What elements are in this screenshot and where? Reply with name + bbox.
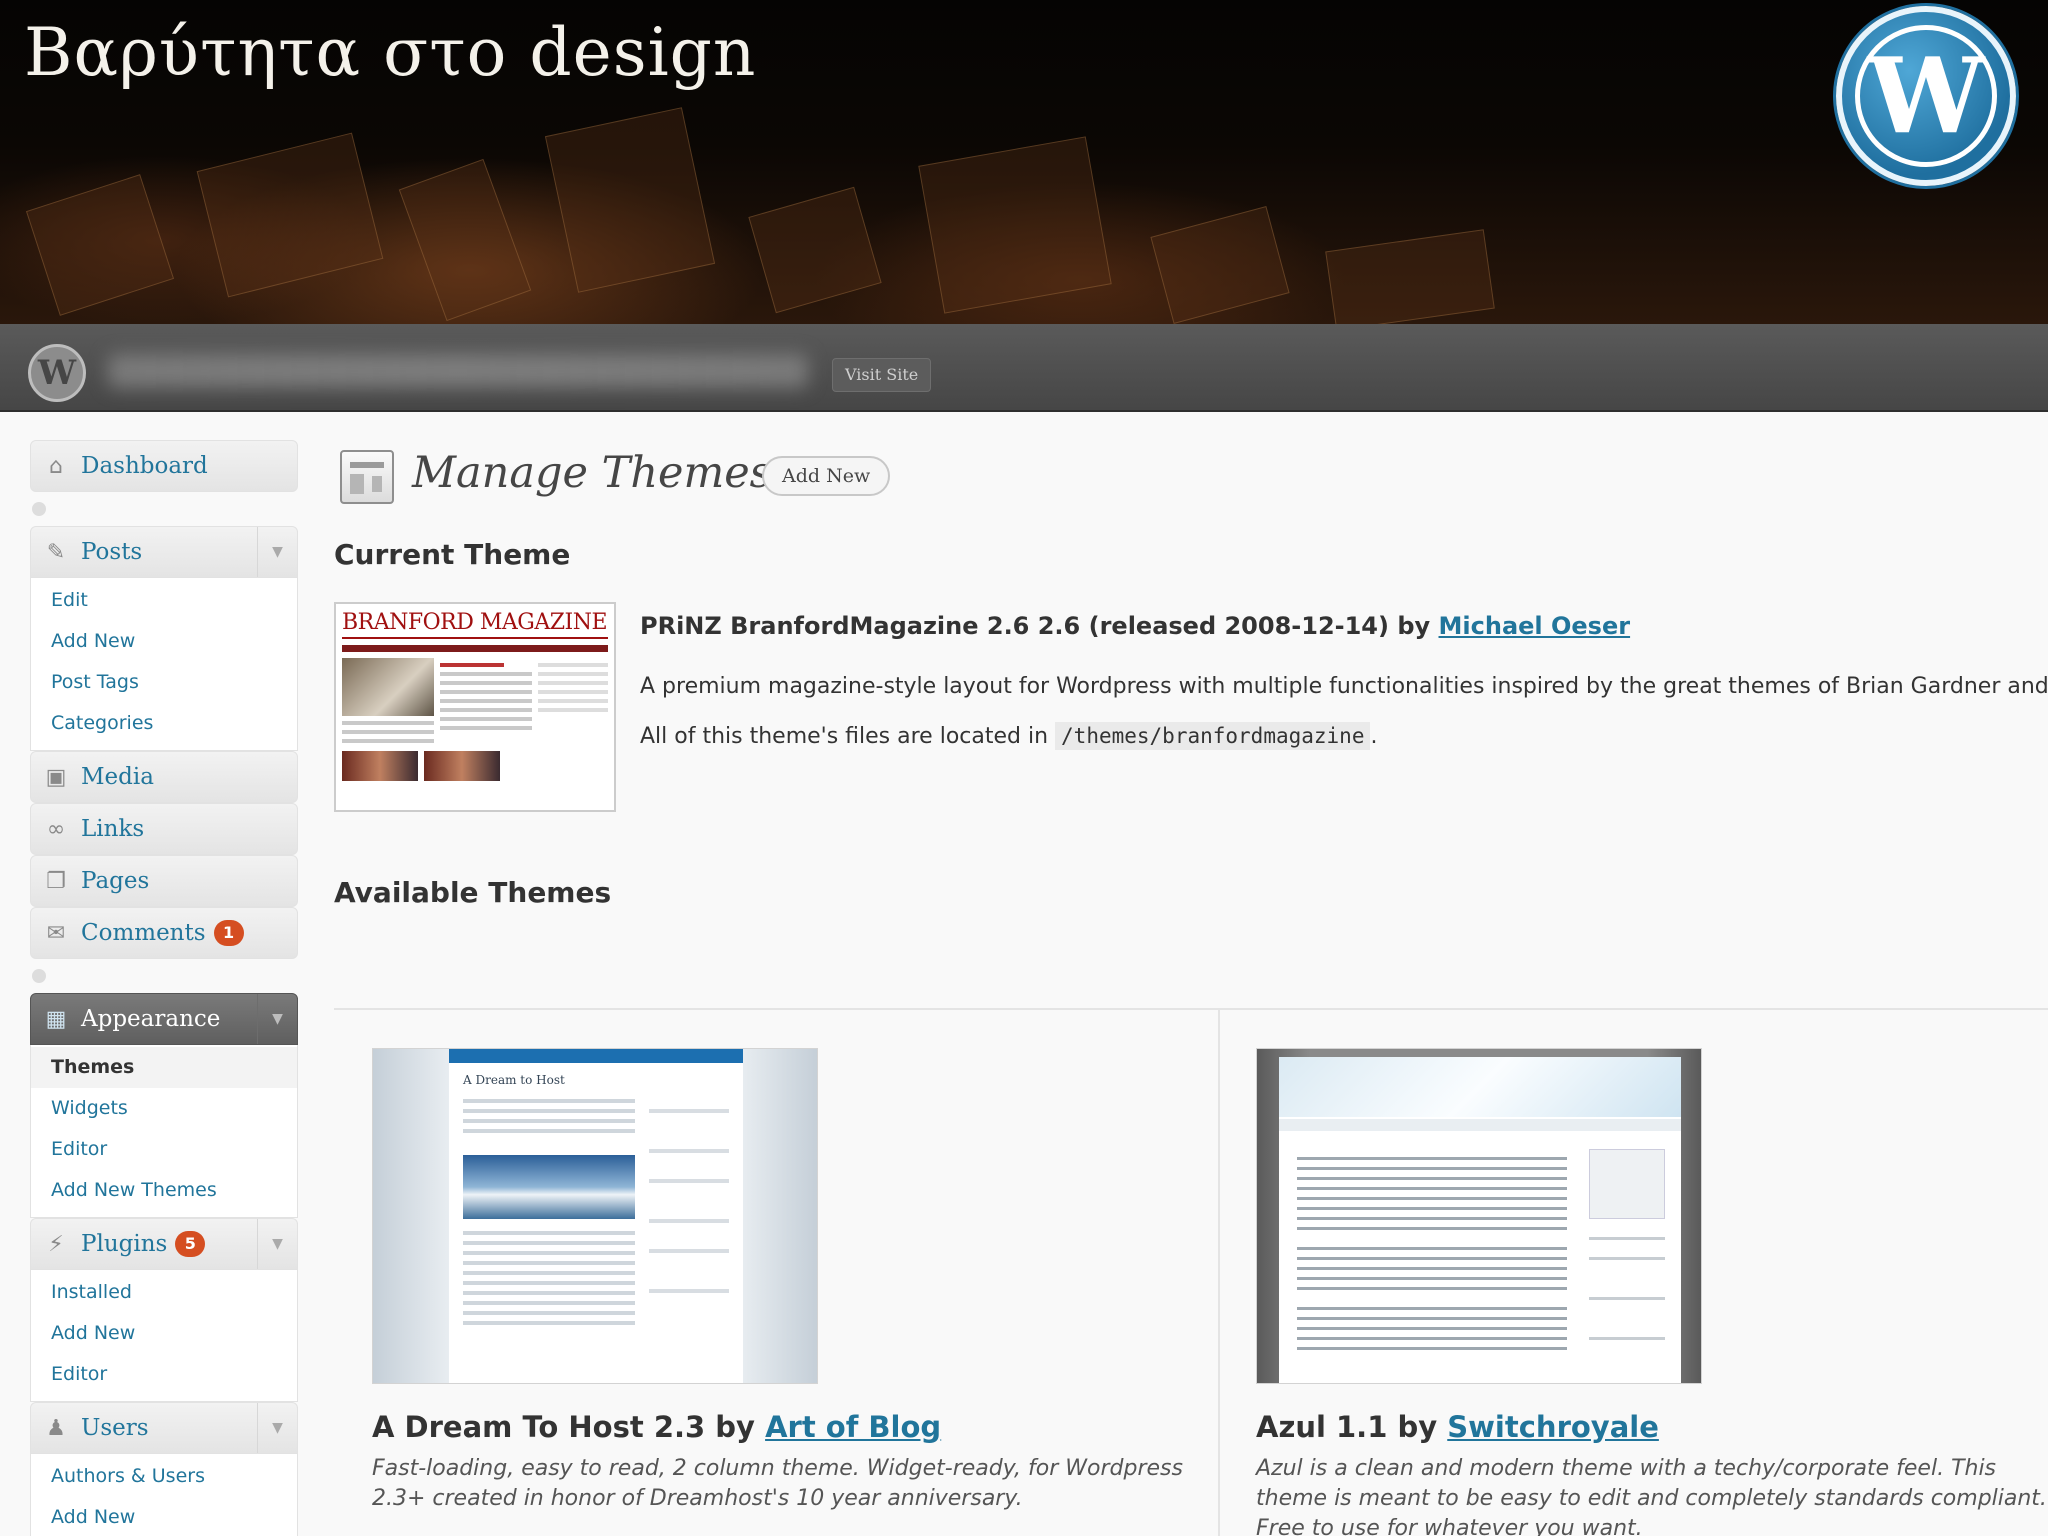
slide-title: Βαρύτητα στο design	[24, 14, 757, 91]
comment-icon: ✉	[46, 920, 66, 946]
theme-screenshot[interactable]	[1256, 1048, 1702, 1384]
menu-label: Appearance	[81, 1006, 221, 1032]
admin-header: W Visit Site	[0, 324, 2048, 412]
available-themes-heading: Available Themes	[334, 876, 612, 909]
themes-grid-divider	[334, 1008, 2048, 1010]
submenu-item-installed[interactable]: Installed	[31, 1272, 297, 1313]
theme-screenshot[interactable]: A Dream to Host	[372, 1048, 818, 1384]
menu-label: Users	[81, 1415, 149, 1441]
page-title: Manage Themes	[412, 448, 772, 498]
menu-users[interactable]: ♟ Users ▼	[30, 1402, 298, 1454]
menu-pages[interactable]: ❐ Pages	[30, 855, 298, 907]
submenu-item-widgets[interactable]: Widgets	[31, 1088, 297, 1129]
media-icon: ▣	[45, 764, 67, 790]
current-theme-screenshot: BRANFORD MAGAZINE	[334, 602, 616, 812]
menu-label: Posts	[81, 539, 143, 565]
wp-admin-screenshot: W Visit Site ⌂ Dashboard ✎ Posts ▼ Edit …	[0, 324, 2048, 1536]
submenu-posts: Edit Add New Post Tags Categories	[30, 578, 298, 751]
plugins-update-badge: 5	[175, 1231, 206, 1257]
menu-label: Plugins	[81, 1231, 168, 1257]
wordpress-logo-icon[interactable]: W	[28, 344, 86, 402]
menu-dashboard[interactable]: ⌂ Dashboard	[30, 440, 298, 492]
theme-author-link[interactable]: Switchroyale	[1447, 1410, 1659, 1444]
submenu-appearance: Themes Widgets Editor Add New Themes	[30, 1045, 298, 1218]
theme-card: A Dream to Host A Dream To Host 2.3 by A	[372, 1048, 1222, 1514]
submenu-item-authors-users[interactable]: Authors & Users	[31, 1456, 297, 1497]
theme-author-link[interactable]: Art of Blog	[765, 1410, 941, 1444]
submenu-item-editor[interactable]: Editor	[31, 1129, 297, 1170]
users-icon: ♟	[46, 1415, 66, 1441]
submenu-item-post-tags[interactable]: Post Tags	[31, 662, 297, 703]
submenu-item-categories[interactable]: Categories	[31, 703, 297, 744]
submenu-item-themes[interactable]: Themes	[31, 1047, 297, 1088]
themes-page-icon	[340, 450, 394, 504]
menu-label: Dashboard	[81, 453, 208, 479]
submenu-item-add-new[interactable]: Add New	[31, 621, 297, 662]
menu-media[interactable]: ▣ Media	[30, 751, 298, 803]
screenshot-header-text: BRANFORD MAGAZINE	[342, 610, 608, 639]
menu-comments[interactable]: ✉ Comments 1	[30, 907, 298, 959]
preview-title: A Dream to Host	[463, 1073, 565, 1087]
submenu-plugins: Installed Add New Editor	[30, 1270, 298, 1402]
link-icon: ∞	[46, 816, 66, 842]
site-name-blurred	[108, 354, 808, 388]
chevron-down-icon[interactable]: ▼	[257, 994, 297, 1044]
menu-label: Comments	[81, 920, 206, 946]
theme-description: Fast-loading, easy to read, 2 column the…	[372, 1456, 1183, 1511]
menu-label: Media	[81, 764, 154, 790]
plugin-icon: ⚡	[48, 1231, 64, 1257]
theme-path: /themes/branfordmagazine	[1055, 722, 1371, 750]
slide-banner: Βαρύτητα στο design W	[0, 0, 2048, 324]
submenu-item-edit[interactable]: Edit	[31, 580, 297, 621]
submenu-users: Authors & Users Add New	[30, 1454, 298, 1536]
theme-name: A Dream To Host 2.3 by Art of Blog	[372, 1410, 942, 1444]
home-icon: ⌂	[49, 453, 63, 479]
add-new-button[interactable]: Add New	[762, 456, 891, 496]
appearance-icon: ▦	[45, 1006, 67, 1032]
menu-posts[interactable]: ✎ Posts ▼	[30, 526, 298, 578]
pin-icon: ✎	[46, 539, 66, 565]
chevron-down-icon[interactable]: ▼	[257, 527, 297, 577]
current-theme-title: PRiNZ BranfordMagazine 2.6 2.6 (released…	[640, 612, 1631, 640]
chevron-down-icon[interactable]: ▼	[257, 1403, 297, 1453]
current-theme-description: A premium magazine-style layout for Word…	[640, 674, 2048, 699]
comments-count-badge: 1	[213, 920, 244, 946]
menu-label: Links	[81, 816, 145, 842]
theme-card: Azul 1.1 by Switchroyale Azul is a clean…	[1256, 1048, 2048, 1536]
current-theme-author-link[interactable]: Michael Oeser	[1439, 612, 1631, 640]
wordpress-logo-icon: W	[1836, 6, 2016, 186]
menu-separator	[30, 959, 298, 993]
menu-appearance[interactable]: ▦ Appearance ▼	[30, 993, 298, 1045]
submenu-item-add-new-themes[interactable]: Add New Themes	[31, 1170, 297, 1211]
admin-sidebar: ⌂ Dashboard ✎ Posts ▼ Edit Add New Post …	[30, 440, 298, 1536]
submenu-item-editor[interactable]: Editor	[31, 1354, 297, 1395]
submenu-item-add-new[interactable]: Add New	[31, 1313, 297, 1354]
menu-links[interactable]: ∞ Links	[30, 803, 298, 855]
chevron-down-icon[interactable]: ▼	[257, 1219, 297, 1269]
pages-icon: ❐	[46, 868, 66, 894]
menu-separator	[30, 492, 298, 526]
menu-label: Pages	[81, 868, 150, 894]
current-theme-heading: Current Theme	[334, 538, 571, 571]
theme-name: Azul 1.1 by Switchroyale	[1256, 1410, 1659, 1444]
theme-description: Azul is a clean and modern theme with a …	[1256, 1456, 2047, 1536]
submenu-item-add-new[interactable]: Add New	[31, 1497, 297, 1536]
visit-site-button[interactable]: Visit Site	[832, 358, 932, 392]
menu-plugins[interactable]: ⚡ Plugins 5 ▼	[30, 1218, 298, 1270]
current-theme-location: All of this theme's files are located in…	[640, 722, 1378, 750]
